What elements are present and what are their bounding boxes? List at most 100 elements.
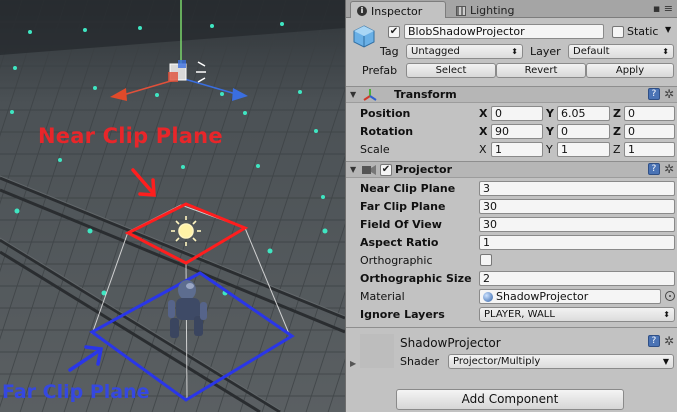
projector-enabled-checkbox[interactable]: ✔ (380, 164, 392, 176)
tab-menu-icon[interactable]: ▪ ≡ (653, 2, 673, 15)
chevron-down-icon: ⬍ (511, 47, 518, 56)
tag-dropdown[interactable]: Untagged ⬍ (406, 44, 523, 59)
aspect-row: Aspect Ratio 1 (346, 233, 677, 251)
scale-x-field[interactable]: 1 (491, 142, 543, 157)
shader-label: Shader (400, 355, 439, 368)
static-label: Static (627, 25, 659, 38)
axis-x-label: X (479, 106, 488, 120)
prefab-label: Prefab (362, 64, 398, 77)
scale-label: Scale (360, 142, 390, 156)
chevron-down-icon: ⬍ (663, 310, 670, 319)
far-clip-field[interactable]: 30 (479, 199, 675, 214)
rotation-x-field[interactable]: 90 (491, 124, 543, 139)
add-component-button[interactable]: Add Component (396, 389, 624, 410)
ignore-layers-row: Ignore Layers PLAYER, WALL ⬍ (346, 305, 677, 323)
ortho-size-label: Orthographic Size (360, 271, 472, 285)
ignore-layers-label: Ignore Layers (360, 307, 445, 321)
object-icon (352, 24, 376, 48)
scene-view[interactable]: Near Clip Plane Far Clip Plane (0, 0, 345, 412)
help-icon[interactable]: ? (647, 88, 660, 100)
shader-dropdown[interactable]: Projector/Multiply ▼ (448, 354, 674, 369)
help-icon[interactable]: ? (647, 335, 660, 347)
material-field[interactable]: ShadowProjector (479, 289, 661, 304)
fov-label: Field Of View (360, 217, 442, 231)
prefab-select-button[interactable]: Select (406, 63, 496, 78)
position-y-field[interactable]: 6.05 (557, 106, 610, 121)
projector-icon (362, 165, 376, 175)
scene-canvas[interactable] (0, 0, 345, 412)
static-dropdown-icon[interactable]: ▼ (665, 25, 671, 34)
position-label: Position (360, 106, 411, 120)
axis-y-label: Y (546, 142, 553, 156)
axis-y-label: Y (546, 106, 554, 120)
info-icon: i (357, 6, 367, 16)
position-row: Position X 0 Y 6.05 Z 0 (346, 104, 677, 122)
projector-header[interactable]: ▼ ✔ Projector ? ✲ (346, 161, 677, 178)
axis-y-label: Y (546, 124, 554, 138)
near-clip-field[interactable]: 3 (479, 181, 675, 196)
layer-label: Layer (530, 45, 561, 58)
ignore-layers-dropdown[interactable]: PLAYER, WALL ⬍ (479, 307, 675, 322)
fold-arrow-icon[interactable]: ▼ (350, 90, 356, 99)
material-section: ShadowProjector ? ✲ ▶ Shader Projector/Mu… (346, 327, 677, 375)
gear-icon[interactable]: ✲ (664, 163, 674, 175)
near-clip-annotation: Near Clip Plane (38, 124, 223, 148)
object-picker-icon[interactable] (665, 291, 675, 301)
help-icon[interactable]: ? (647, 163, 660, 175)
projector-title: Projector (395, 163, 453, 176)
axis-z-label: Z (613, 142, 621, 156)
material-section-name: ShadowProjector (400, 336, 501, 350)
ortho-label: Orthographic (360, 253, 433, 267)
tab-lighting[interactable]: Lighting (450, 1, 520, 18)
axis-z-label: Z (613, 106, 621, 120)
position-x-field[interactable]: 0 (491, 106, 543, 121)
aspect-label: Aspect Ratio (360, 235, 439, 249)
transform-title: Transform (394, 88, 457, 101)
prefab-apply-button[interactable]: Apply (586, 63, 674, 78)
fov-field[interactable]: 30 (479, 217, 675, 232)
object-enabled-checkbox[interactable]: ✔ (388, 26, 400, 38)
aspect-field[interactable]: 1 (479, 235, 675, 250)
rotation-label: Rotation (360, 124, 414, 138)
gear-icon[interactable]: ✲ (664, 335, 674, 347)
fold-arrow-icon[interactable]: ▼ (350, 165, 356, 174)
axis-x-label: X (479, 142, 487, 156)
fold-arrow-icon[interactable]: ▶ (350, 359, 356, 368)
position-z-field[interactable]: 0 (624, 106, 675, 121)
tab-bar: i Inspector Lighting ▪ ≡ (346, 0, 677, 18)
far-clip-row: Far Clip Plane 30 (346, 197, 677, 215)
tag-label: Tag (380, 45, 399, 58)
inspector-panel[interactable]: i Inspector Lighting ▪ ≡ ✔ BlobShadowPro… (345, 0, 677, 412)
ortho-size-field[interactable]: 2 (479, 271, 675, 286)
rotation-y-field[interactable]: 0 (557, 124, 610, 139)
material-preview-icon (360, 334, 394, 368)
material-row: Material ShadowProjector (346, 287, 677, 305)
ortho-checkbox[interactable] (480, 254, 492, 266)
material-label: Material (360, 289, 405, 303)
near-clip-row: Near Clip Plane 3 (346, 179, 677, 197)
static-checkbox[interactable] (612, 26, 624, 38)
tab-lighting-label: Lighting (470, 4, 515, 17)
scale-z-field[interactable]: 1 (624, 142, 675, 157)
object-name-field[interactable]: BlobShadowProjector (404, 24, 604, 39)
axis-z-label: Z (613, 124, 621, 138)
axis-x-label: X (479, 124, 488, 138)
rotation-z-field[interactable]: 0 (624, 124, 675, 139)
scale-row: Scale X 1 Y 1 Z 1 (346, 140, 677, 158)
prefab-revert-button[interactable]: Revert (496, 63, 586, 78)
fov-row: Field Of View 30 (346, 215, 677, 233)
material-sphere-icon (483, 292, 493, 302)
tab-inspector[interactable]: i Inspector (350, 1, 446, 18)
chevron-down-icon: ⬍ (662, 47, 669, 56)
ortho-row: Orthographic (346, 251, 677, 269)
shader-value: Projector/Multiply (453, 356, 541, 367)
transform-header[interactable]: ▼ Transform ? ✲ (346, 86, 677, 103)
lighting-icon (456, 5, 466, 16)
far-clip-annotation: Far Clip Plane (2, 381, 150, 403)
gear-icon[interactable]: ✲ (664, 88, 674, 100)
scale-y-field[interactable]: 1 (557, 142, 610, 157)
layer-dropdown[interactable]: Default ⬍ (568, 44, 674, 59)
near-clip-label: Near Clip Plane (360, 181, 456, 195)
layer-value: Default (573, 46, 610, 57)
material-value: ShadowProjector (496, 290, 589, 303)
